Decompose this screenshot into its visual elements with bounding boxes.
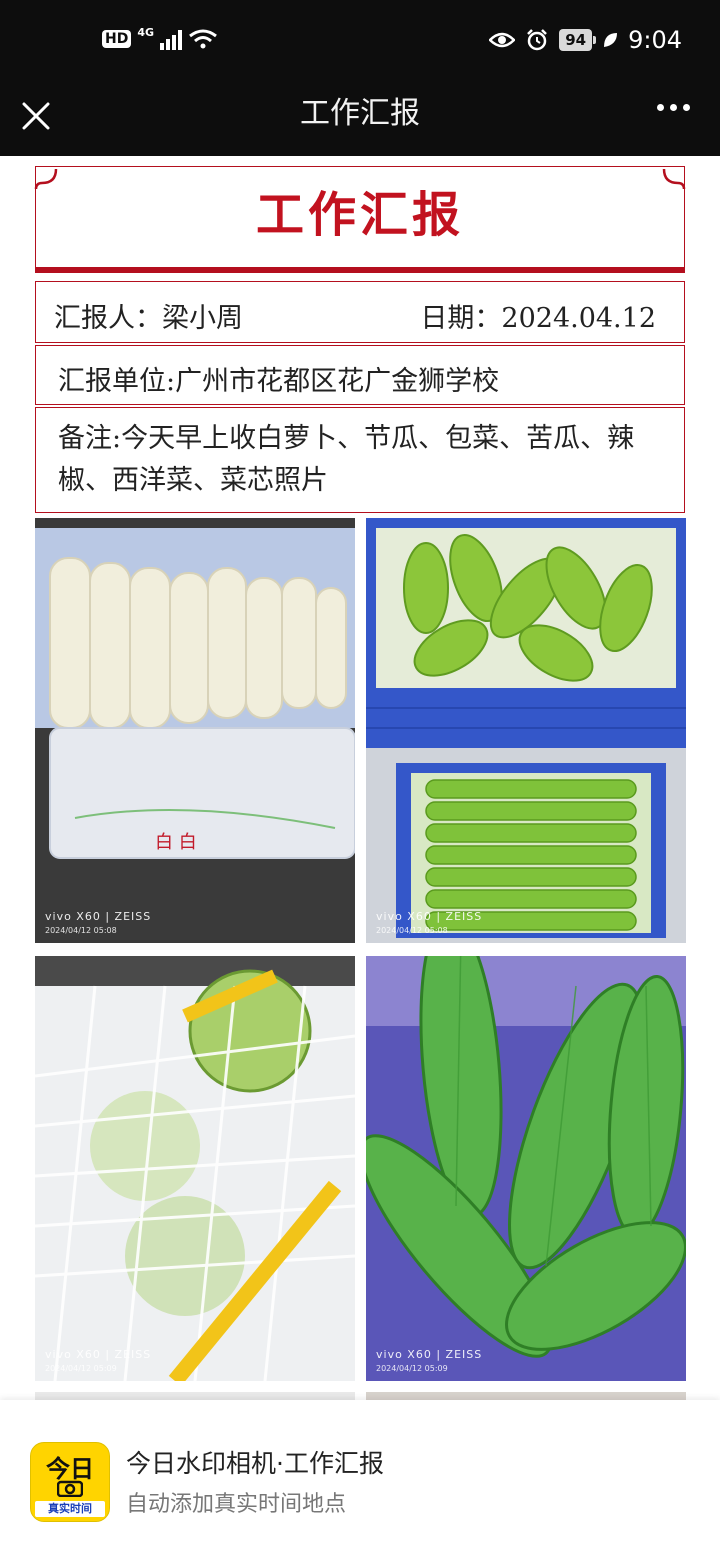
- melon-image: [366, 518, 686, 943]
- more-icon[interactable]: [657, 104, 690, 111]
- app-icon[interactable]: 今日 真实时间: [30, 1442, 110, 1522]
- network-type: 4G: [137, 26, 155, 39]
- wifi-icon: [189, 29, 217, 49]
- camera-icon: [57, 1480, 83, 1497]
- clock: 9:04: [628, 26, 682, 54]
- reporter: 汇报人：梁小周: [54, 303, 243, 334]
- reporter-row: 汇报人：梁小周 日期：2024.04.12: [35, 281, 685, 343]
- report-unit: 汇报单位:广州市花都区花广金狮学校: [58, 366, 500, 397]
- report-title-box: 工作汇报: [34, 166, 686, 267]
- banner-title[interactable]: 今日水印相机·工作汇报: [126, 1444, 384, 1480]
- signal-icon: [160, 28, 183, 50]
- photo-watermark: vivo X60 | ZEISS: [376, 1348, 483, 1361]
- status-right: 94 9:04: [489, 26, 682, 54]
- photo-watermark: vivo X60 | ZEISS: [376, 910, 483, 923]
- photo-bitter-melon[interactable]: vivo X60 | ZEISS 2024/04/12 05:09: [366, 956, 686, 1381]
- status-left: HD 4G: [102, 26, 218, 50]
- nav-title: 工作汇报: [300, 96, 420, 131]
- photo-timestamp: 2024/04/12 05:09: [45, 1364, 117, 1373]
- photo-cabbage[interactable]: vivo X60 | ZEISS 2024/04/12 05:09: [35, 956, 355, 1381]
- eye-icon: [489, 32, 516, 48]
- alarm-icon: [527, 29, 548, 51]
- leaf-icon: [604, 33, 618, 47]
- banner-subtitle: 自动添加真实时间地点: [126, 1492, 347, 1517]
- report-date: 日期：2024.04.12: [420, 303, 656, 334]
- note-row: 备注:今天早上收白萝卜、节瓜、包菜、苦瓜、辣椒、西洋菜、菜芯照片: [35, 407, 685, 513]
- photo-timestamp: 2024/04/12 05:08: [376, 926, 448, 935]
- photo-timestamp: 2024/04/12 05:08: [45, 926, 117, 935]
- title-divider: [35, 267, 685, 273]
- photo-timestamp: 2024/04/12 05:09: [376, 1364, 448, 1373]
- unit-row: 汇报单位:广州市花都区花广金狮学校: [35, 345, 685, 405]
- app-icon-sub: 真实时间: [35, 1501, 105, 1517]
- nav-bar: 工作汇报: [0, 84, 720, 156]
- report-title: 工作汇报: [255, 187, 464, 243]
- photo-watermark: vivo X60 | ZEISS: [45, 1348, 152, 1361]
- bitter-melon-image: [366, 956, 686, 1381]
- cabbage-image: [35, 956, 355, 1381]
- photo-watermark: vivo X60 | ZEISS: [45, 910, 152, 923]
- photo-melon[interactable]: vivo X60 | ZEISS 2024/04/12 05:08: [366, 518, 686, 943]
- battery-indicator: 94: [559, 29, 596, 51]
- status-bar: HD 4G 94 9:04: [0, 0, 720, 84]
- hd-badge: HD: [102, 30, 132, 48]
- report-card: 工作汇报 汇报人：梁小周 日期：2024.04.12 汇报单位:广州市花都区花广…: [34, 166, 686, 513]
- report-note: 备注:今天早上收白萝卜、节瓜、包菜、苦瓜、辣椒、西洋菜、菜芯照片: [58, 423, 635, 496]
- app-banner[interactable]: 今日 真实时间 今日水印相机·工作汇报 自动添加真实时间地点: [0, 1400, 720, 1560]
- radish-image: 白 白: [35, 518, 355, 943]
- svg-text:白 白: 白 白: [155, 832, 197, 853]
- photo-radish[interactable]: 白 白 vivo X60 | ZEISS 2024/04/12 05:08: [35, 518, 355, 943]
